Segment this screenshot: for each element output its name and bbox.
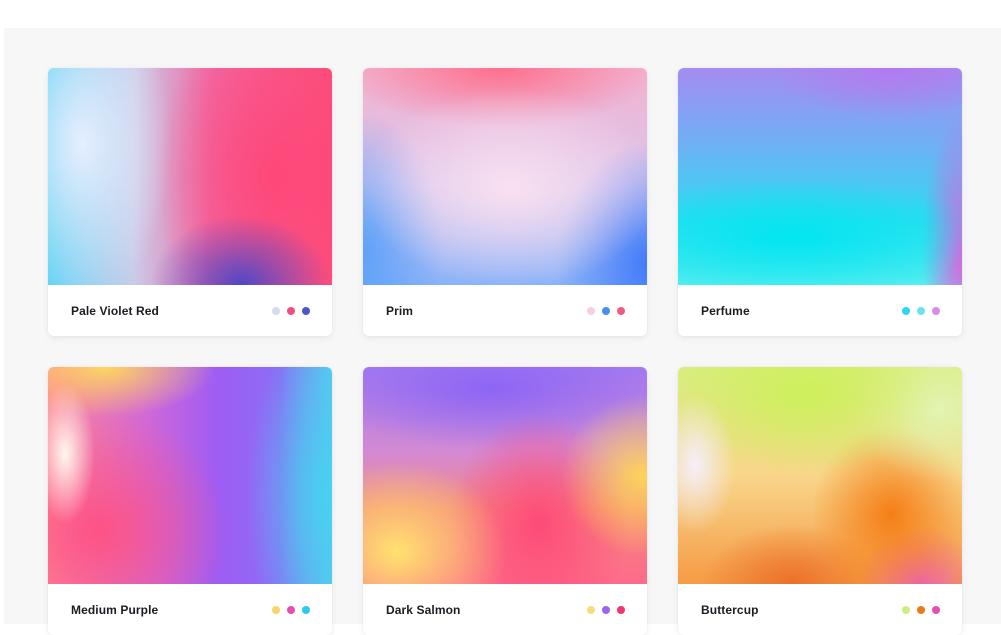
color-swatch[interactable]: [932, 306, 940, 315]
color-swatches: [902, 306, 940, 315]
gradient-card[interactable]: Medium Purple: [48, 367, 332, 635]
color-swatches: [587, 605, 625, 614]
color-swatch[interactable]: [287, 306, 295, 315]
gradient-card[interactable]: Pale Violet Red: [48, 68, 332, 336]
color-swatch[interactable]: [617, 306, 625, 315]
card-footer: Perfume: [678, 285, 962, 336]
gradient-name: Dark Salmon: [386, 602, 461, 617]
gradient-grid: Pale Violet Red Prim Perfume Medium Purp…: [48, 68, 962, 635]
color-swatch[interactable]: [302, 306, 310, 315]
card-footer: Dark Salmon: [363, 584, 647, 635]
gradient-preview[interactable]: [363, 68, 647, 285]
color-swatch[interactable]: [902, 605, 910, 614]
gradient-name: Prim: [386, 303, 414, 318]
gradient-name: Medium Purple: [71, 602, 159, 617]
color-swatch[interactable]: [932, 605, 940, 614]
card-footer: Buttercup: [678, 584, 962, 635]
gradient-preview[interactable]: [48, 68, 332, 285]
gradient-card[interactable]: Buttercup: [678, 367, 962, 635]
gradient-card[interactable]: Prim: [363, 68, 647, 336]
color-swatch[interactable]: [917, 306, 925, 315]
gradient-card[interactable]: Perfume: [678, 68, 962, 336]
color-swatch[interactable]: [902, 306, 910, 315]
color-swatch[interactable]: [287, 605, 295, 614]
color-swatches: [272, 605, 310, 614]
gradient-preview[interactable]: [678, 367, 962, 584]
color-swatch[interactable]: [602, 605, 610, 614]
gradient-name: Pale Violet Red: [71, 303, 159, 318]
color-swatch[interactable]: [602, 306, 610, 315]
gradient-preview[interactable]: [678, 68, 962, 285]
card-footer: Medium Purple: [48, 584, 332, 635]
card-footer: Pale Violet Red: [48, 285, 332, 336]
color-swatches: [272, 306, 310, 315]
color-swatch[interactable]: [587, 306, 595, 315]
gradient-name: Perfume: [701, 303, 750, 318]
color-swatch[interactable]: [272, 306, 280, 315]
card-footer: Prim: [363, 285, 647, 336]
color-swatches: [902, 605, 940, 614]
gradient-name: Buttercup: [701, 602, 759, 617]
color-swatch[interactable]: [587, 605, 595, 614]
color-swatches: [587, 306, 625, 315]
color-swatch[interactable]: [272, 605, 280, 614]
page: Pale Violet Red Prim Perfume Medium Purp…: [0, 0, 1001, 635]
gradient-preview[interactable]: [48, 367, 332, 584]
gradient-preview[interactable]: [363, 367, 647, 584]
color-swatch[interactable]: [917, 605, 925, 614]
color-swatch[interactable]: [302, 605, 310, 614]
color-swatch[interactable]: [617, 605, 625, 614]
gradient-card[interactable]: Dark Salmon: [363, 367, 647, 635]
gallery-canvas: Pale Violet Red Prim Perfume Medium Purp…: [4, 28, 1001, 635]
